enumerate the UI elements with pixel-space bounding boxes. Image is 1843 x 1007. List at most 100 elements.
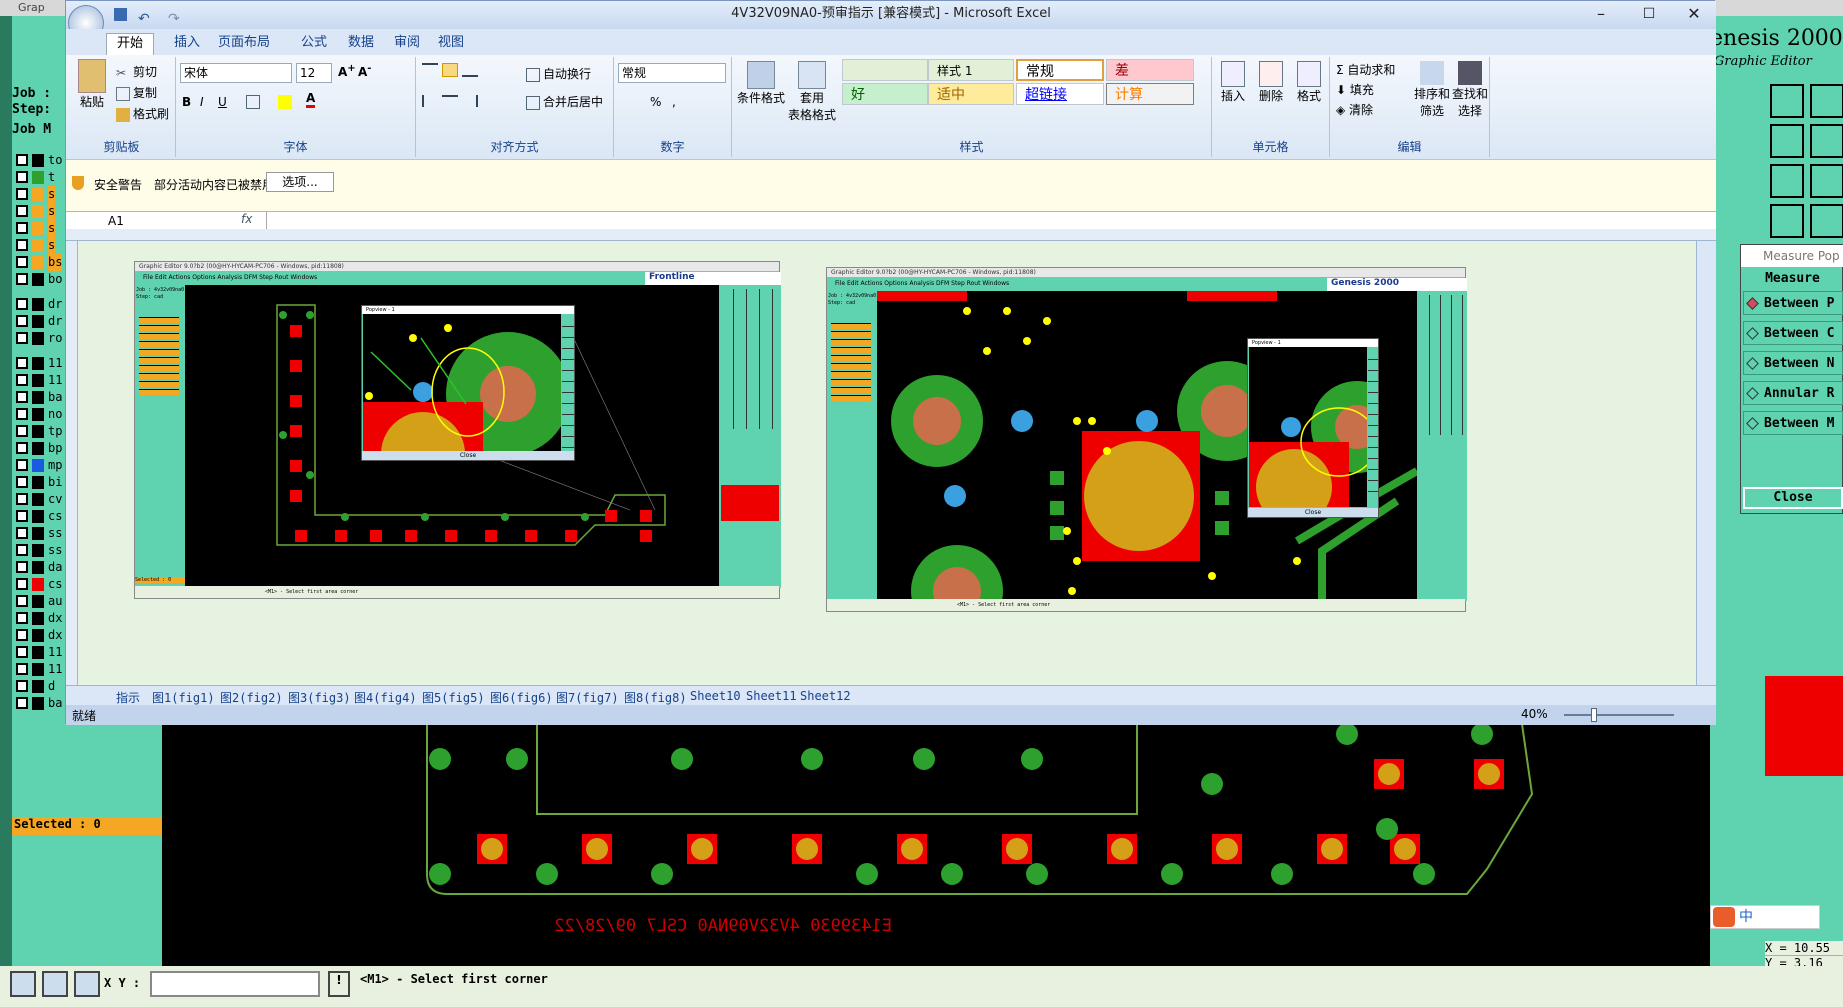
- embedded-tool-grid-right[interactable]: [1419, 295, 1465, 435]
- underline-button[interactable]: U: [218, 95, 227, 109]
- save-icon[interactable]: [114, 8, 127, 21]
- style-normal[interactable]: 常规: [1016, 59, 1104, 81]
- ribbon-tab[interactable]: 页面布局: [208, 33, 280, 55]
- ribbon-tab[interactable]: 公式: [291, 33, 337, 55]
- sheet-tab[interactable]: 图2(fig2): [220, 689, 283, 706]
- layer-checkbox[interactable]: [16, 298, 28, 310]
- ribbon-tab[interactable]: 数据: [338, 33, 384, 55]
- close-button[interactable]: ✕: [1679, 1, 1709, 27]
- layer-checkbox[interactable]: [16, 544, 28, 556]
- layer-checkbox[interactable]: [16, 205, 28, 217]
- sheet-tab[interactable]: 图7(fig7): [556, 689, 619, 706]
- cut-button[interactable]: ✂ 剪切: [116, 63, 157, 80]
- clear-button[interactable]: ◈ 清除: [1336, 101, 1373, 118]
- minimize-button[interactable]: –: [1586, 1, 1616, 27]
- sheet-tab[interactable]: Sheet10: [690, 689, 741, 703]
- align-top-button[interactable]: [422, 63, 438, 77]
- layer-checkbox[interactable]: [16, 459, 28, 471]
- zoom-slider-thumb[interactable]: [1591, 708, 1597, 722]
- layer-checkbox[interactable]: [16, 595, 28, 607]
- italic-button[interactable]: I: [200, 95, 204, 109]
- ribbon-tab[interactable]: 插入: [164, 33, 210, 55]
- delete-cells-button[interactable]: 删除: [1256, 61, 1286, 104]
- layer-checkbox[interactable]: [16, 154, 28, 166]
- measure-tool-icon[interactable]: [42, 971, 68, 997]
- layer-checkbox[interactable]: [16, 332, 28, 344]
- sort-filter-button[interactable]: 排序和 筛选: [1414, 61, 1450, 119]
- bold-button[interactable]: B: [182, 95, 191, 109]
- zoom-level[interactable]: 40%: [1521, 707, 1548, 721]
- paste-button[interactable]: 粘贴: [74, 59, 110, 110]
- fill-color-button[interactable]: [278, 95, 292, 109]
- ribbon-tab[interactable]: 审阅: [384, 33, 430, 55]
- font-color-button[interactable]: A: [306, 91, 316, 108]
- conditional-format-button[interactable]: 条件格式: [736, 61, 786, 106]
- format-painter-button[interactable]: 格式刷: [116, 105, 169, 122]
- sheet-tab[interactable]: 图3(fig3): [288, 689, 351, 706]
- embedded-screenshot-left[interactable]: Graphic Editor 9.0?b2 (00@HY-HYCAM-PC706…: [134, 261, 781, 599]
- layer-checkbox[interactable]: [16, 171, 28, 183]
- popview-tools-left[interactable]: [562, 316, 574, 450]
- measure-option[interactable]: Between C: [1743, 321, 1843, 345]
- find-select-button[interactable]: 查找和 选择: [1452, 61, 1488, 119]
- grid-tool-icon[interactable]: [74, 971, 100, 997]
- shrink-font-button[interactable]: A-: [358, 63, 371, 79]
- align-middle-button[interactable]: [442, 63, 458, 77]
- style-hyperlink[interactable]: 超链接: [1016, 83, 1104, 105]
- layer-checkbox[interactable]: [16, 476, 28, 488]
- info-button[interactable]: !: [328, 971, 350, 997]
- xy-input[interactable]: [150, 971, 320, 997]
- style-calculation[interactable]: 计算: [1106, 83, 1194, 105]
- popview-close-left[interactable]: Close: [362, 451, 574, 460]
- comma-button[interactable]: ,: [672, 95, 676, 109]
- sheet-tab[interactable]: 图6(fig6): [490, 689, 553, 706]
- layer-checkbox[interactable]: [16, 357, 28, 369]
- style-good[interactable]: 好: [842, 83, 928, 105]
- layer-checkbox[interactable]: [16, 561, 28, 573]
- popview-close-right[interactable]: Close: [1248, 508, 1378, 517]
- number-format-select[interactable]: 常规: [618, 63, 726, 83]
- measure-option[interactable]: Between N: [1743, 351, 1843, 375]
- maximize-button[interactable]: ☐: [1634, 1, 1664, 27]
- layer-checkbox[interactable]: [16, 256, 28, 268]
- ime-toolbar[interactable]: 中: [1710, 905, 1820, 929]
- layer-checkbox[interactable]: [16, 663, 28, 675]
- borders-button[interactable]: [246, 95, 260, 109]
- wrap-text-button[interactable]: 自动换行: [526, 65, 591, 82]
- layer-checkbox[interactable]: [16, 646, 28, 658]
- copy-button[interactable]: 复制: [116, 84, 157, 101]
- popview-tools-right[interactable]: [1368, 349, 1378, 499]
- layer-checkbox[interactable]: [16, 222, 28, 234]
- layer-checkbox[interactable]: [16, 315, 28, 327]
- measure-option[interactable]: Between M: [1743, 411, 1843, 435]
- tool-button[interactable]: [1810, 124, 1843, 158]
- tool-button[interactable]: [1810, 204, 1843, 238]
- tool-button[interactable]: [1770, 84, 1804, 118]
- layer-checkbox[interactable]: [16, 408, 28, 420]
- job-matrix-label[interactable]: Job M: [12, 122, 51, 137]
- font-name-select[interactable]: 宋体: [180, 63, 292, 83]
- layer-checkbox[interactable]: [16, 391, 28, 403]
- tool-button[interactable]: [1770, 204, 1804, 238]
- measure-option[interactable]: Between P: [1743, 291, 1843, 315]
- options-button[interactable]: 选项...: [266, 172, 334, 192]
- sheet-tab[interactable]: 图8(fig8): [624, 689, 687, 706]
- align-right-button[interactable]: [462, 95, 478, 107]
- layer-checkbox[interactable]: [16, 239, 28, 251]
- align-bottom-button[interactable]: [462, 63, 478, 77]
- tool-button[interactable]: [1810, 164, 1843, 198]
- name-box[interactable]: A1: [66, 212, 196, 230]
- font-size-select[interactable]: 12: [296, 63, 332, 83]
- sheet-tab[interactable]: 指示: [116, 689, 140, 706]
- measure-option[interactable]: Annular R: [1743, 381, 1843, 405]
- tool-button[interactable]: [1770, 164, 1804, 198]
- tool-button[interactable]: [1770, 124, 1804, 158]
- layer-checkbox[interactable]: [16, 612, 28, 624]
- layer-checkbox[interactable]: [16, 629, 28, 641]
- insert-cells-button[interactable]: 插入: [1218, 61, 1248, 104]
- sheet-tab[interactable]: Sheet11: [746, 689, 797, 703]
- worksheet[interactable]: Graphic Editor 9.0?b2 (00@HY-HYCAM-PC706…: [66, 241, 1696, 685]
- layer-checkbox[interactable]: [16, 697, 28, 709]
- sheet-tab[interactable]: 图5(fig5): [422, 689, 485, 706]
- table-format-button[interactable]: 套用 表格格式: [788, 61, 836, 123]
